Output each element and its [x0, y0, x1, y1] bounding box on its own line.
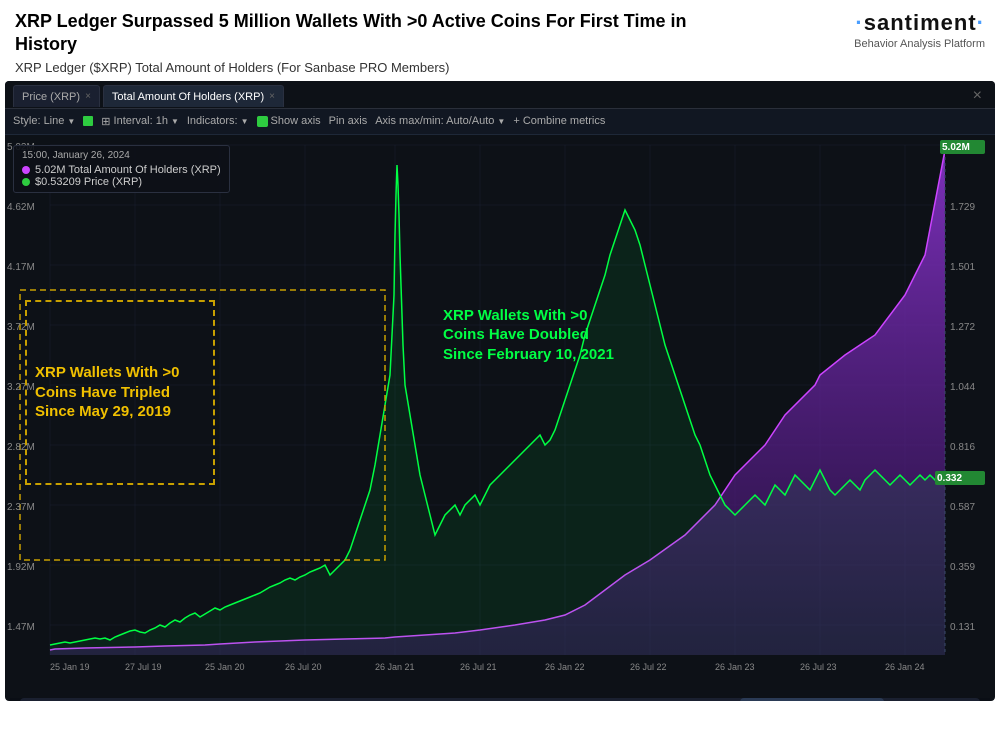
tooltip-date: 15:00, January 26, 2024	[22, 150, 221, 161]
x-label-8: 26 Jul 22	[630, 662, 667, 672]
tab-price-close[interactable]: ×	[85, 91, 91, 102]
show-axis-label: Show axis	[271, 115, 321, 127]
tab-holders-close[interactable]: ×	[269, 91, 275, 102]
tab-holders-label: Total Amount Of Holders (XRP)	[112, 91, 264, 103]
x-label-5: 26 Jan 21	[375, 662, 415, 672]
scrollbar-thumb[interactable]	[740, 698, 884, 701]
price-badge: 0.332	[937, 473, 962, 484]
y-price-5: 1.044	[950, 382, 975, 393]
sub-title: XRP Ledger ($XRP) Total Amount of Holder…	[15, 60, 825, 75]
tab-holders[interactable]: Total Amount Of Holders (XRP) ×	[103, 85, 284, 107]
x-label-3: 25 Jan 20	[205, 662, 245, 672]
axis-minmax-selector[interactable]: Axis max/min: Auto/Auto ▼	[375, 115, 505, 127]
x-label-9: 26 Jan 23	[715, 662, 755, 672]
chart-container: Price (XRP) × Total Amount Of Holders (X…	[5, 81, 995, 701]
combine-metrics-button[interactable]: + Combine metrics	[513, 115, 605, 127]
brand-dot-right: ·	[977, 10, 985, 35]
y-holders-7: 2.37M	[7, 502, 35, 513]
y-price-4: 1.272	[950, 322, 975, 333]
tooltip-holders-dot	[22, 166, 30, 174]
chevron-interval-icon: ▼	[171, 117, 179, 126]
chart-close-icon[interactable]: ×	[973, 87, 982, 105]
style-selector[interactable]: Style: Line ▼	[13, 115, 75, 127]
toolbar: Style: Line ▼ ⊞ Interval: 1h ▼ Indicator…	[5, 109, 995, 135]
scrollbar-area	[10, 698, 990, 701]
y-price-7: 0.587	[950, 502, 975, 513]
y-holders-3: 4.17M	[7, 262, 35, 273]
x-label-2: 27 Jul 19	[125, 662, 162, 672]
tab-price[interactable]: Price (XRP) ×	[13, 85, 100, 107]
x-label-7: 26 Jan 22	[545, 662, 585, 672]
y-holders-8: 1.92M	[7, 562, 35, 573]
chart-area: 1.957 1.729 1.501 1.272 1.044 0.816 0.58…	[5, 135, 995, 695]
axis-minmax-label: Axis max/min: Auto/Auto	[375, 115, 494, 127]
interval-label: Interval: 1h	[114, 115, 168, 127]
brand-tagline: Behavior Analysis Platform	[854, 38, 985, 50]
tooltip: 15:00, January 26, 2024 5.02M Total Amou…	[13, 145, 230, 193]
tab-price-label: Price (XRP)	[22, 91, 80, 103]
tooltip-holders-row: 5.02M Total Amount Of Holders (XRP)	[22, 164, 221, 176]
annotation-right: XRP Wallets With >0 Coins Have Doubled S…	[435, 300, 635, 371]
x-label-6: 26 Jul 21	[460, 662, 497, 672]
y-holders-9: 1.47M	[7, 622, 35, 633]
brand-name: ·santiment·	[855, 10, 985, 36]
main-title: XRP Ledger Surpassed 5 Million Wallets W…	[15, 10, 715, 57]
x-label-11: 26 Jan 24	[885, 662, 925, 672]
indicators-selector[interactable]: Indicators: ▼	[187, 115, 249, 127]
annotation-left: XRP Wallets With >0 Coins Have Tripled S…	[25, 300, 215, 485]
indicators-label: Indicators:	[187, 115, 238, 127]
pin-axis-toggle[interactable]: Pin axis	[329, 115, 368, 127]
tooltip-price-dot	[22, 178, 30, 186]
page-wrapper: XRP Ledger Surpassed 5 Million Wallets W…	[0, 0, 1000, 701]
tabs-bar: Price (XRP) × Total Amount Of Holders (X…	[5, 81, 995, 109]
chevron-minmax-icon: ▼	[497, 117, 505, 126]
y-price-6: 0.816	[950, 442, 975, 453]
y-price-8: 0.359	[950, 562, 975, 573]
x-label-10: 26 Jul 23	[800, 662, 837, 672]
y-price-2: 1.729	[950, 202, 975, 213]
y-price-9: 0.131	[950, 622, 975, 633]
show-axis-toggle[interactable]: Show axis	[257, 115, 321, 127]
x-label-4: 26 Jul 20	[285, 662, 322, 672]
color-swatch[interactable]	[83, 116, 93, 126]
page-header: XRP Ledger Surpassed 5 Million Wallets W…	[0, 0, 1000, 81]
chevron-down-icon: ▼	[67, 117, 75, 126]
chevron-indicators-icon: ▼	[241, 117, 249, 126]
y-holders-2: 4.62M	[7, 202, 35, 213]
holders-badge: 5.02M	[942, 142, 970, 153]
interval-icon: ⊞	[101, 115, 110, 128]
y-price-3: 1.501	[950, 262, 975, 273]
scrollbar-track	[20, 698, 980, 701]
santiment-logo: ·santiment· Behavior Analysis Platform	[825, 10, 985, 50]
x-label-1: 25 Jan 19	[50, 662, 90, 672]
interval-selector[interactable]: ⊞ Interval: 1h ▼	[101, 115, 179, 128]
annotation-left-text: XRP Wallets With >0 Coins Have Tripled S…	[35, 363, 205, 422]
tooltip-price-value: $0.53209 Price (XRP)	[35, 176, 142, 188]
tooltip-holders-value: 5.02M Total Amount Of Holders (XRP)	[35, 164, 221, 176]
combine-metrics-label: + Combine metrics	[513, 115, 605, 127]
style-label: Style: Line	[13, 115, 64, 127]
tooltip-price-row: $0.53209 Price (XRP)	[22, 176, 221, 188]
header-left: XRP Ledger Surpassed 5 Million Wallets W…	[15, 10, 825, 75]
pin-axis-label: Pin axis	[329, 115, 368, 127]
annotation-right-text: XRP Wallets With >0 Coins Have Doubled S…	[443, 306, 627, 365]
brand-dot-left: ·	[855, 10, 863, 35]
show-axis-checkbox[interactable]	[257, 116, 268, 127]
